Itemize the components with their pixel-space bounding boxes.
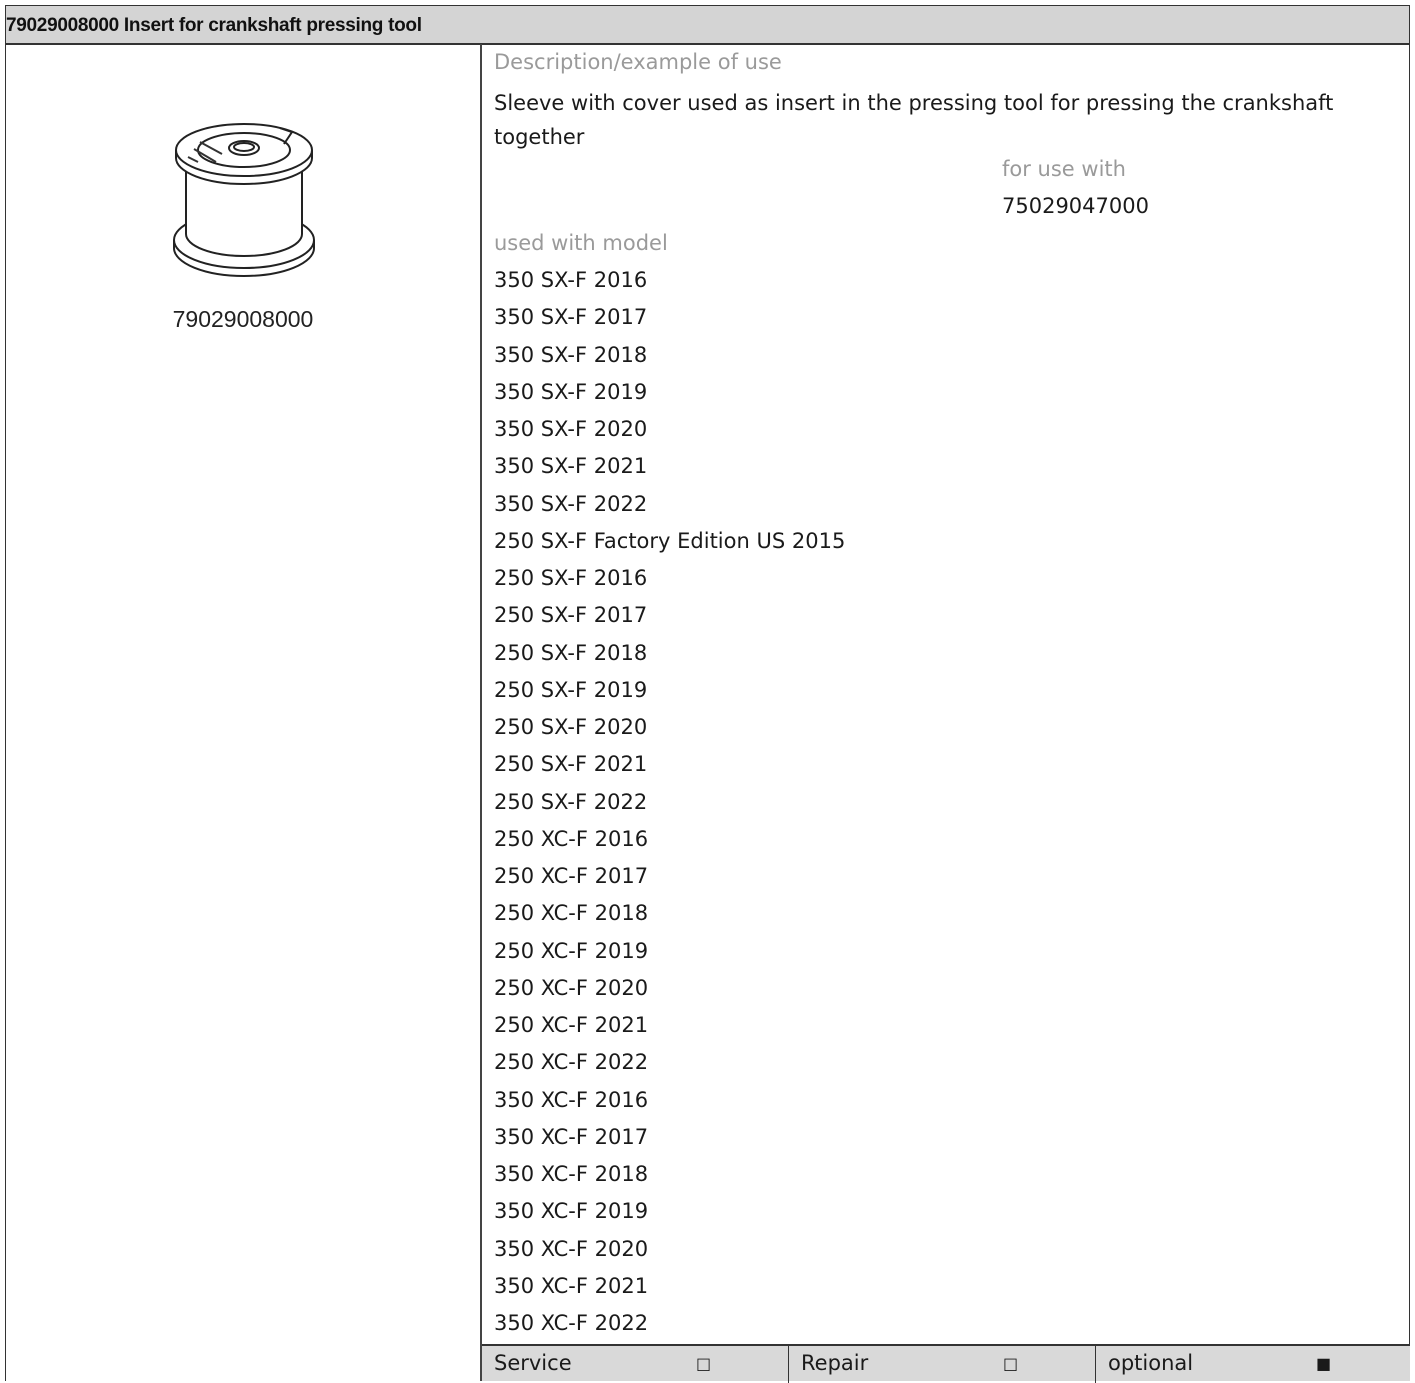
list-item: 350 XC-F 2018	[494, 1162, 649, 1186]
column-divider	[480, 44, 482, 1381]
list-item: 250 XC-F 2018	[494, 901, 649, 926]
list-item: 250 SX-F 2019	[494, 677, 648, 702]
list-item: 350 SX-F 2017	[494, 305, 648, 330]
list-item: 350 SX-F 2020	[494, 417, 648, 441]
sleeve-insert-icon	[173, 123, 315, 277]
list-item: 350 XC-F 2021	[494, 1273, 649, 1298]
list-item: 250 XC-F 2020	[494, 975, 649, 1000]
service-checkbox: □	[696, 1354, 712, 1373]
optional-cell: optional ■	[1096, 1346, 1410, 1381]
list-item: 350 XC-F 2020	[494, 1236, 649, 1261]
list-item: 350 SX-F 2019	[494, 379, 648, 404]
list-item: 250 XC-F 2021	[494, 1013, 649, 1037]
page-header: 79029008000 Insert for crankshaft pressi…	[5, 5, 1410, 45]
list-item: 350 XC-F 2019	[494, 1199, 649, 1224]
repair-cell: Repair □	[789, 1346, 1095, 1381]
list-item: 350 XC-F 2016	[494, 1087, 649, 1112]
list-item: 250 SX-F 2017	[494, 603, 648, 628]
list-item: 350 XC-F 2022	[494, 1311, 649, 1335]
for-use-with-value: 75029047000	[1002, 194, 1149, 218]
list-item: 250 XC-F 2016	[494, 826, 649, 851]
list-item: 250 SX-F 2016	[494, 566, 648, 590]
repair-checkbox: □	[1003, 1354, 1019, 1373]
used-with-model-label: used with model	[494, 231, 668, 255]
list-item: 250 XC-F 2022	[494, 1050, 649, 1075]
service-label: Service	[494, 1351, 572, 1375]
optional-checkbox: ■	[1316, 1354, 1332, 1373]
list-item: 250 SX-F 2022	[494, 789, 648, 814]
list-item: 350 SX-F 2018	[494, 342, 648, 367]
repair-label: Repair	[801, 1351, 869, 1375]
list-item: 250 SX-F Factory Edition US 2015	[494, 528, 846, 553]
description-label: Description/example of use	[494, 50, 782, 74]
model-list: 350 SX-F 2016 350 SX-F 2017 350 SX-F 201…	[494, 262, 845, 1342]
part-number-caption: 79029008000	[172, 306, 314, 332]
list-item: 250 SX-F 2021	[494, 752, 648, 777]
description-text: Sleeve with cover used as insert in the …	[494, 91, 1334, 149]
list-item: 250 SX-F 2018	[494, 640, 648, 665]
list-item: 250 XC-F 2019	[494, 938, 649, 963]
usage-category-bar: Service □ Repair □ optional ■	[482, 1344, 1410, 1383]
list-item: 350 SX-F 2016	[494, 268, 648, 292]
list-item: 350 SX-F 2021	[494, 454, 648, 479]
list-item: 350 XC-F 2017	[494, 1124, 649, 1149]
service-cell: Service □	[482, 1346, 788, 1381]
for-use-with-label: for use with	[1002, 157, 1126, 181]
list-item: 250 XC-F 2017	[494, 864, 649, 888]
list-item: 350 SX-F 2022	[494, 491, 648, 516]
page-title: 79029008000 Insert for crankshaft pressi…	[6, 15, 422, 36]
optional-label: optional	[1108, 1351, 1194, 1375]
list-item: 250 SX-F 2020	[494, 715, 648, 739]
